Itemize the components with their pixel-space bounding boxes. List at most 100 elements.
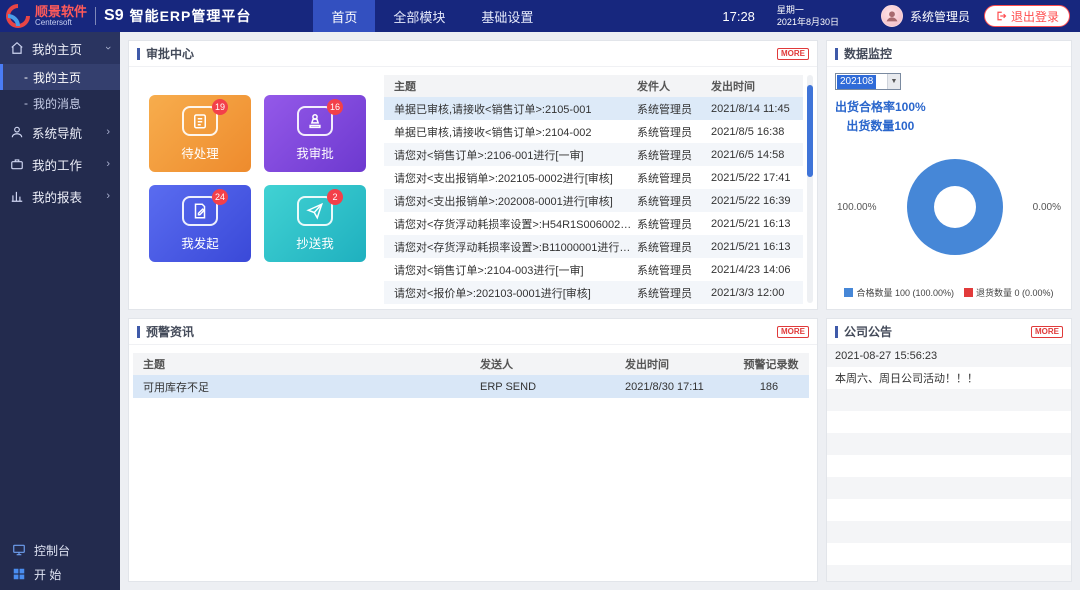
donut-row: 100.00% 0.00% [835, 159, 1063, 255]
approval-more-button[interactable]: MORE [777, 48, 809, 60]
sidebar-subitem-my-messages[interactable]: - 我的消息 [0, 90, 120, 116]
data-monitor-panel: 数据监控 202108 ▼ 出货合格率100% 出货数量100 100.00% … [826, 40, 1072, 310]
table-row[interactable]: 可用库存不足 ERP SEND 2021/8/30 17:11 186 [133, 375, 809, 398]
notice-datetime: 2021-08-27 15:56:23 [827, 345, 1071, 367]
sidebar-item-my-work[interactable]: 我的工作 › [0, 148, 120, 180]
cell-time: 2021/3/3 12:00 [711, 287, 803, 299]
table-row[interactable]: 请您对<存货浮动耗损率设置>:H54R1S006002进行[审核] 系统管理员 … [384, 212, 803, 235]
notice-empty-row [827, 477, 1071, 499]
notice-empty-row [827, 543, 1071, 565]
period-value: 202108 [837, 75, 876, 89]
cc-me-label: 抄送我 [296, 233, 334, 252]
alerts-more-button[interactable]: MORE [777, 326, 809, 338]
period-select[interactable]: 202108 ▼ [835, 73, 901, 90]
ship-qty-text: 出货数量100 [835, 117, 926, 136]
tab-basic-settings[interactable]: 基础设置 [463, 0, 551, 32]
cell-subject: 单据已审核,请接收<销售订单>:2105-001 [384, 101, 637, 117]
title-accent-bar [835, 326, 838, 338]
select-arrow-icon: ▼ [887, 74, 900, 89]
cell-sender: ERP SEND [480, 381, 625, 393]
alerts-panel-title: 预警资讯 [146, 323, 194, 340]
monitor-body: 202108 ▼ 出货合格率100% 出货数量100 100.00% 0.00% [827, 67, 1071, 309]
col-time: 发出时间 [711, 78, 803, 94]
console-icon [12, 543, 26, 557]
avatar[interactable] [881, 5, 903, 27]
cell-sender: 系统管理员 [637, 193, 711, 209]
cell-time: 2021/8/14 11:45 [711, 103, 803, 115]
scrollbar-track[interactable] [807, 75, 813, 303]
brand-name-cn: 顺景软件 [35, 5, 87, 18]
date: 2021年8月30日 [777, 16, 839, 28]
cc-me-card[interactable]: 2 抄送我 [264, 185, 366, 262]
paper-plane-icon: 2 [297, 196, 333, 226]
notice-more-button[interactable]: MORE [1031, 326, 1063, 338]
chart-icon [10, 189, 24, 203]
app-root: 顺景软件 Centersoft S9 智能ERP管理平台 首页 全部模块 基础设… [0, 0, 1080, 590]
my-initiate-card[interactable]: 24 我发起 [149, 185, 251, 262]
table-row[interactable]: 请您对<支出报销单>:202105-0002进行[审核] 系统管理员 2021/… [384, 166, 803, 189]
notice-content[interactable]: 本周六、周日公司活动！！！ [827, 367, 1071, 389]
sidebar-item-my-reports[interactable]: 我的报表 › [0, 180, 120, 212]
pass-rate-text: 出货合格率100% [835, 98, 926, 117]
title-accent-bar [137, 48, 140, 60]
notice-panel-header: 公司公告 MORE [827, 319, 1071, 345]
sidebar-footer: 控制台 开 始 [0, 538, 120, 586]
cell-time: 2021/4/23 14:06 [711, 264, 803, 276]
clock: 17:28 [722, 9, 755, 24]
alerts-table-body: 可用库存不足 ERP SEND 2021/8/30 17:11 186 [133, 375, 809, 398]
logout-button[interactable]: 退出登录 [984, 5, 1070, 27]
notice-panel: 公司公告 MORE 2021-08-27 15:56:23 本周六、周日公司活动… [826, 318, 1072, 582]
table-row[interactable]: 请您对<报价单>:202103-0001进行[审核] 系统管理员 2021/3/… [384, 281, 803, 304]
sidebar-item-system-nav[interactable]: 系统导航 › [0, 116, 120, 148]
product-name: S9 [104, 7, 124, 25]
legend-label: 退货数量 0 (0.00%) [976, 286, 1054, 299]
approval-table-header: 主题 发件人 发出时间 [384, 75, 803, 97]
monitor-panel-title: 数据监控 [844, 45, 892, 62]
tab-all-modules[interactable]: 全部模块 [375, 0, 463, 32]
table-row[interactable]: 请您对<销售订单>:2104-003进行[一审] 系统管理员 2021/4/23… [384, 258, 803, 281]
chevron-right-icon: › [106, 158, 110, 170]
monitor-panel-header: 数据监控 [827, 41, 1071, 67]
stamp-icon: 16 [297, 106, 333, 136]
approval-panel-title: 审批中心 [146, 45, 194, 62]
cell-subject: 单据已审核,请接收<销售订单>:2104-002 [384, 124, 637, 140]
notice-empty-row [827, 455, 1071, 477]
table-row[interactable]: 请您对<支出报销单>:202008-0001进行[审核] 系统管理员 2021/… [384, 189, 803, 212]
approval-table-body: 单据已审核,请接收<销售订单>:2105-001 系统管理员 2021/8/14… [384, 97, 803, 304]
sidebar-item-start[interactable]: 开 始 [0, 562, 120, 586]
cell-sender: 系统管理员 [637, 216, 711, 232]
col-record-count: 预警记录数 [733, 356, 809, 372]
table-row[interactable]: 单据已审核,请接收<销售订单>:2104-002 系统管理员 2021/8/5 … [384, 120, 803, 143]
sidebar-subitem-label: 我的消息 [33, 95, 81, 112]
sidebar-subitem-my-home[interactable]: - 我的主页 [0, 64, 120, 90]
sidebar: 我的主页 › - 我的主页 - 我的消息 系统导航 › [0, 32, 120, 590]
pending-card[interactable]: 19 待处理 [149, 95, 251, 172]
table-row[interactable]: 请您对<存货浮动耗损率设置>:B11000001进行[审核] 系统管理员 202… [384, 235, 803, 258]
table-row[interactable]: 单据已审核,请接收<销售订单>:2105-001 系统管理员 2021/8/14… [384, 97, 803, 120]
cell-subject: 可用库存不足 [133, 379, 480, 395]
cell-time: 2021/8/30 17:11 [625, 381, 733, 393]
brand-text: 顺景软件 Centersoft [35, 5, 87, 27]
sidebar-item-console[interactable]: 控制台 [0, 538, 120, 562]
title-accent-bar [835, 48, 838, 60]
cell-sender: 系统管理员 [637, 170, 711, 186]
sidebar-group-label: 我的报表 [32, 187, 82, 206]
my-approve-card[interactable]: 16 我审批 [264, 95, 366, 172]
cell-sender: 系统管理员 [637, 101, 711, 117]
tab-home[interactable]: 首页 [313, 0, 375, 32]
scrollbar-thumb[interactable] [807, 85, 813, 177]
topbar: 顺景软件 Centersoft S9 智能ERP管理平台 首页 全部模块 基础设… [0, 0, 1080, 32]
notice-empty-row [827, 565, 1071, 581]
legend-label: 合格数量 100 (100.00%) [856, 286, 954, 299]
legend-swatch-red [964, 288, 973, 297]
chevron-down-icon: › [102, 46, 114, 50]
bullet: - [24, 96, 28, 110]
table-row[interactable]: 请您对<销售订单>:2106-001进行[一审] 系统管理员 2021/6/5 … [384, 143, 803, 166]
username: 系统管理员 [910, 8, 970, 25]
sidebar-group-label: 我的工作 [32, 155, 82, 174]
my-approve-label: 我审批 [296, 143, 334, 162]
cell-sender: 系统管理员 [637, 147, 711, 163]
donut-chart [907, 159, 1003, 255]
sidebar-item-my-home-group[interactable]: 我的主页 › [0, 32, 120, 64]
col-sender: 发送人 [480, 356, 625, 372]
